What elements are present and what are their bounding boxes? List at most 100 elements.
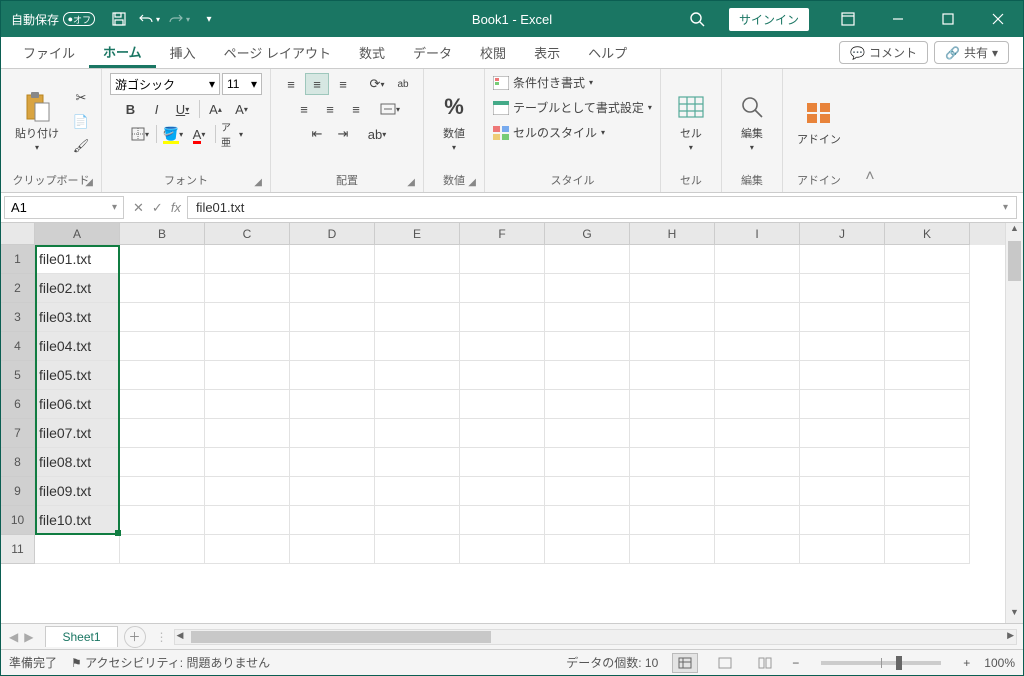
cell[interactable]	[460, 274, 545, 303]
align-middle-button[interactable]: ≡	[305, 73, 329, 95]
conditional-formatting-button[interactable]: 条件付き書式 ▾	[493, 73, 593, 92]
cell[interactable]	[375, 506, 460, 535]
cell[interactable]	[630, 390, 715, 419]
row-header[interactable]: 4	[1, 332, 35, 361]
row-header[interactable]: 10	[1, 506, 35, 535]
cell[interactable]	[545, 477, 630, 506]
cell[interactable]	[120, 419, 205, 448]
cell[interactable]	[885, 303, 970, 332]
cell[interactable]	[885, 274, 970, 303]
cell[interactable]	[630, 506, 715, 535]
cell[interactable]	[375, 332, 460, 361]
cell[interactable]	[120, 332, 205, 361]
paste-button[interactable]: 貼り付け ▾	[9, 87, 65, 156]
fill-color-button[interactable]: 🪣▾	[161, 123, 185, 145]
increase-indent-button[interactable]: ⇥	[331, 123, 355, 145]
cell[interactable]	[545, 390, 630, 419]
redo-button[interactable]: ▾	[165, 5, 193, 33]
merge-button[interactable]: ▾	[378, 98, 402, 120]
cell[interactable]	[290, 361, 375, 390]
cell[interactable]	[205, 361, 290, 390]
cell[interactable]	[800, 506, 885, 535]
status-accessibility[interactable]: ⚑ アクセシビリティ: 問題ありません	[71, 654, 270, 671]
cell[interactable]	[885, 448, 970, 477]
col-header-b[interactable]: B	[120, 223, 205, 245]
font-launcher-icon[interactable]: ◢	[254, 177, 262, 188]
cell[interactable]	[885, 332, 970, 361]
cell[interactable]	[35, 535, 120, 564]
cell[interactable]	[630, 535, 715, 564]
cell[interactable]	[375, 274, 460, 303]
underline-button[interactable]: U▾	[171, 98, 195, 120]
tab-review[interactable]: 校閲	[466, 37, 520, 68]
borders-button[interactable]: ▾	[128, 123, 152, 145]
col-header-a[interactable]: A	[35, 223, 120, 245]
ribbon-display-icon[interactable]	[823, 1, 873, 37]
row-header[interactable]: 11	[1, 535, 35, 564]
tab-help[interactable]: ヘルプ	[574, 37, 641, 68]
cell[interactable]	[885, 477, 970, 506]
cell[interactable]	[205, 332, 290, 361]
cell[interactable]	[290, 303, 375, 332]
cell[interactable]	[375, 535, 460, 564]
cell[interactable]	[460, 390, 545, 419]
cell[interactable]	[885, 506, 970, 535]
row-header[interactable]: 5	[1, 361, 35, 390]
select-all-corner[interactable]	[1, 223, 35, 245]
cell[interactable]	[120, 506, 205, 535]
cell[interactable]: file02.txt	[35, 274, 120, 303]
tab-file[interactable]: ファイル	[9, 37, 89, 68]
cell[interactable]	[290, 390, 375, 419]
grow-font-button[interactable]: A▴	[204, 98, 228, 120]
orientation-button[interactable]: ⟳▾	[365, 73, 389, 95]
minimize-button[interactable]	[873, 1, 923, 37]
row-header[interactable]: 1	[1, 245, 35, 274]
view-page-layout-icon[interactable]	[712, 653, 738, 673]
cell[interactable]	[205, 390, 290, 419]
row-header[interactable]: 6	[1, 390, 35, 419]
cell[interactable]	[120, 274, 205, 303]
cut-icon[interactable]: ✂	[69, 87, 93, 109]
cell[interactable]	[290, 332, 375, 361]
cell[interactable]	[120, 361, 205, 390]
cell[interactable]	[630, 303, 715, 332]
cell[interactable]	[375, 448, 460, 477]
cell[interactable]	[800, 303, 885, 332]
cell[interactable]: file05.txt	[35, 361, 120, 390]
text-direction-button[interactable]: ab▾	[365, 123, 389, 145]
cell[interactable]	[290, 506, 375, 535]
cell[interactable]	[375, 245, 460, 274]
cell[interactable]	[630, 245, 715, 274]
cell[interactable]	[120, 245, 205, 274]
zoom-out-button[interactable]: −	[792, 656, 799, 670]
bold-button[interactable]: B	[119, 98, 143, 120]
col-header-d[interactable]: D	[290, 223, 375, 245]
cell[interactable]: file03.txt	[35, 303, 120, 332]
cell[interactable]	[290, 535, 375, 564]
cell[interactable]	[290, 477, 375, 506]
cell[interactable]	[290, 448, 375, 477]
tab-home[interactable]: ホーム	[89, 37, 156, 68]
cell[interactable]	[715, 419, 800, 448]
cell[interactable]	[545, 361, 630, 390]
cell-styles-button[interactable]: セルのスタイル ▾	[493, 123, 605, 142]
alignment-launcher-icon[interactable]: ◢	[407, 177, 415, 188]
cell[interactable]	[545, 274, 630, 303]
close-button[interactable]	[973, 1, 1023, 37]
cell[interactable]	[715, 448, 800, 477]
cell[interactable]	[460, 535, 545, 564]
addins-button[interactable]: アドイン	[791, 93, 847, 151]
tab-page-layout[interactable]: ページ レイアウト	[210, 37, 345, 68]
horizontal-scrollbar[interactable]: ◀▶	[174, 629, 1017, 645]
row-header[interactable]: 8	[1, 448, 35, 477]
cell[interactable]	[205, 535, 290, 564]
cell[interactable]	[460, 419, 545, 448]
cell[interactable]	[205, 477, 290, 506]
phonetic-button[interactable]: ア亜▾	[220, 123, 244, 145]
cell[interactable]	[715, 274, 800, 303]
row-header[interactable]: 7	[1, 419, 35, 448]
maximize-button[interactable]	[923, 1, 973, 37]
comments-button[interactable]: 💬 コメント	[839, 41, 928, 64]
cancel-formula-icon[interactable]: ✕	[133, 200, 144, 216]
cell[interactable]	[715, 506, 800, 535]
